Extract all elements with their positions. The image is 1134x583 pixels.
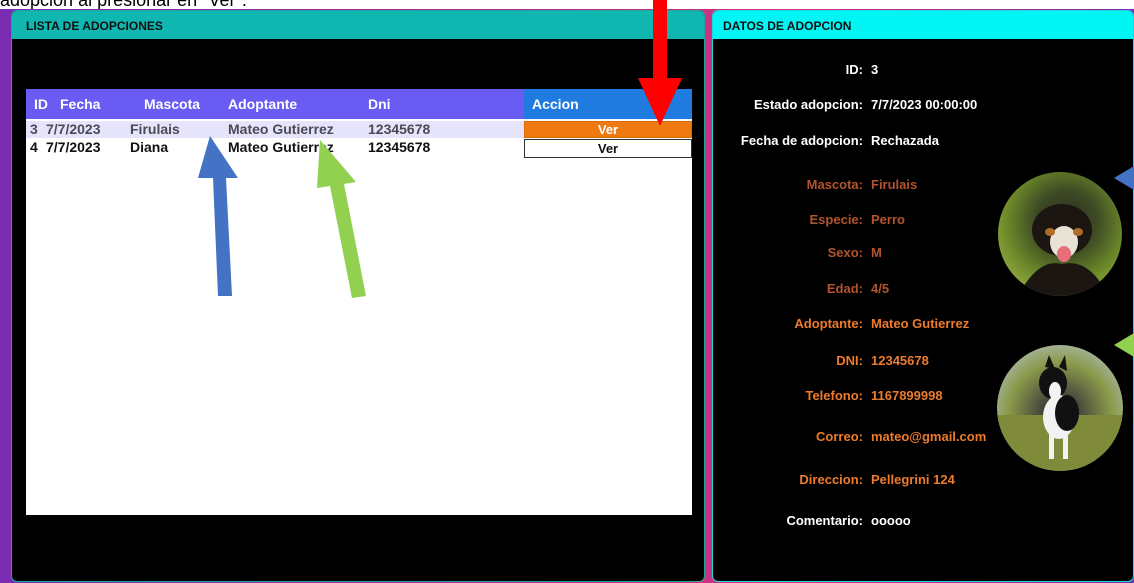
detail-value: Rechazada — [871, 133, 939, 148]
detail-label: Adoptante: — [794, 316, 863, 331]
detail-label: Fecha de adopcion: — [740, 133, 863, 148]
cell-id: 3 — [30, 121, 38, 137]
detail-label: Correo: — [816, 429, 863, 444]
column-mascota[interactable]: Mascota — [144, 89, 200, 119]
detail-label: Edad: — [826, 281, 863, 296]
dog-icon — [1018, 204, 1108, 296]
detail-value: Firulais — [871, 177, 918, 192]
detail-value: Pellegrini 124 — [871, 472, 955, 487]
blue-arrow-icon — [1114, 166, 1134, 190]
grid-header: ID Fecha Mascota Adoptante Dni Accion — [26, 89, 692, 119]
panel-title: LISTA DE ADOPCIONES — [12, 11, 704, 39]
ver-button[interactable]: Ver — [524, 139, 692, 158]
detail-value: Mateo Gutierrez — [871, 316, 970, 331]
cell-mascota: Diana — [130, 139, 169, 155]
column-accion[interactable]: Accion — [532, 89, 579, 119]
caption-text: adopcion al presionar en "Ver". — [0, 0, 247, 10]
detail-label: Especie: — [809, 212, 863, 227]
panel-title: DATOS DE ADOPCION — [713, 11, 1133, 39]
detail-value: 12345678 — [871, 353, 929, 368]
adopter-photo — [997, 345, 1123, 471]
blue-arrow-icon — [198, 136, 238, 296]
detail-label: Estado adopcion: — [753, 97, 863, 112]
detail-label: Direccion: — [799, 472, 863, 487]
detail-label: Telefono: — [805, 388, 863, 403]
column-adoptante[interactable]: Adoptante — [228, 89, 297, 119]
column-dni[interactable]: Dni — [368, 89, 391, 119]
column-id[interactable]: ID — [34, 89, 48, 119]
detail-value: 7/7/2023 00:00:00 — [871, 97, 978, 112]
detail-value: ooooo — [871, 513, 911, 528]
detail-value: mateo@gmail.com — [871, 429, 987, 444]
dog-icon — [997, 355, 1123, 471]
detail-value: Perro — [871, 212, 905, 227]
column-fecha[interactable]: Fecha — [60, 89, 100, 119]
green-arrow-icon — [1114, 333, 1134, 357]
detail-value: 1167899998 — [871, 388, 943, 403]
detail-label: ID: — [845, 62, 863, 77]
detail-label: DNI: — [836, 353, 863, 368]
adoption-details-panel: DATOS DE ADOPCION ID: 3 Estado adopcion:… — [712, 10, 1134, 582]
detail-label: Sexo: — [827, 245, 863, 260]
cell-dni: 12345678 — [368, 121, 431, 137]
cell-dni: 12345678 — [368, 139, 431, 155]
detail-value: 3 — [871, 62, 879, 77]
detail-label: Comentario: — [786, 513, 863, 528]
detail-value: 4/5 — [871, 281, 890, 296]
cell-mascota: Firulais — [130, 121, 180, 137]
cell-fecha: 7/7/2023 — [46, 121, 101, 137]
cell-fecha: 7/7/2023 — [46, 139, 101, 155]
cell-id: 4 — [30, 139, 38, 155]
table-row[interactable]: 3 7/7/2023 Firulais Mateo Gutierrez 1234… — [26, 121, 692, 138]
green-arrow-icon — [317, 140, 366, 298]
pet-photo — [998, 172, 1122, 296]
detail-label: Mascota: — [806, 177, 863, 192]
red-arrow-icon — [638, 0, 682, 126]
detail-value: M — [871, 245, 882, 260]
